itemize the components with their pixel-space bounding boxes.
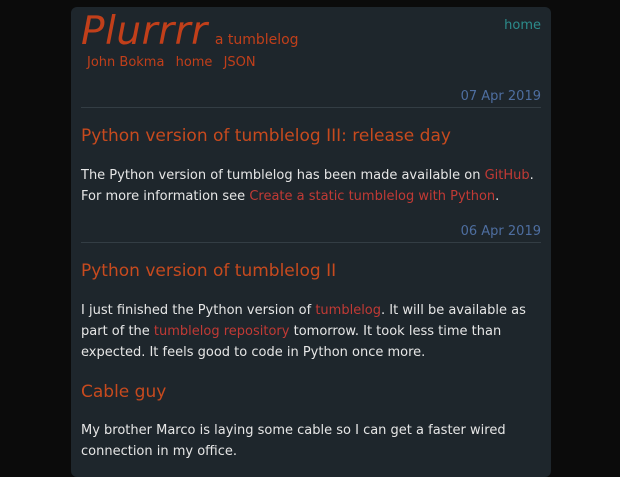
day-date-link[interactable]: 06 Apr 2019 (81, 224, 541, 243)
post-title: Cable guy (81, 382, 167, 402)
nav-link-home[interactable]: home (176, 55, 213, 70)
day-date-link[interactable]: 07 Apr 2019 (81, 89, 541, 108)
site-header: Plurrrr a tumblelog (81, 9, 299, 54)
site-tagline: a tumblelog (214, 32, 299, 48)
post-title: Python version of tumblelog II (81, 261, 337, 281)
post-text: The Python version of tumblelog has been… (81, 168, 485, 183)
post-body: I just finished the Python version of tu… (81, 300, 541, 363)
site-name[interactable]: Plurrrr (81, 9, 208, 54)
post-link-repository[interactable]: tumblelog repository (154, 324, 290, 339)
post-link-article[interactable]: Create a static tumblelog with Python (249, 189, 495, 204)
post-link-github[interactable]: GitHub (485, 168, 530, 183)
nav-link-author[interactable]: John Bokma (87, 55, 164, 70)
post-text: For more information see (81, 189, 250, 204)
post-body: My brother Marco is laying some cable so… (81, 420, 541, 462)
post-link-tumblelog[interactable]: tumblelog (315, 303, 381, 318)
post-text: My brother Marco is laying some cable so… (81, 423, 506, 459)
nav-link-json[interactable]: JSON (224, 55, 256, 70)
post-text: . (495, 189, 500, 204)
post-text: . (529, 168, 534, 183)
post-body: The Python version of tumblelog has been… (81, 165, 541, 207)
page-container: Plurrrr a tumblelog home John Bokma home… (71, 7, 551, 477)
top-home-link[interactable]: home (504, 18, 541, 33)
post-title: Python version of tumblelog III: release… (81, 126, 451, 146)
post-text: I just finished the Python version of (81, 303, 316, 318)
site-nav: John Bokma home JSON (87, 55, 263, 70)
